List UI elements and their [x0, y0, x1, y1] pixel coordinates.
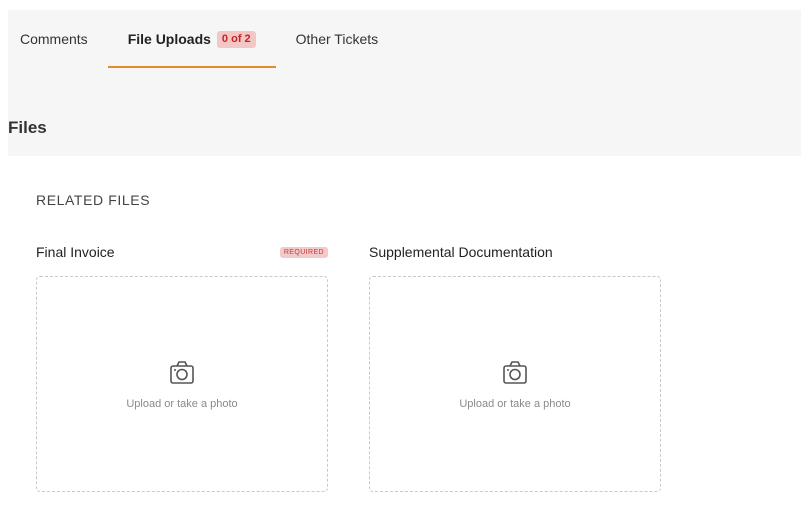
upload-dropzone-supplemental-documentation[interactable]: Upload or take a photo [369, 276, 661, 492]
related-files-heading: RELATED FILES [36, 192, 151, 208]
tab-file-uploads-label: File Uploads [127, 31, 211, 47]
tab-comments[interactable]: Comments [20, 10, 108, 68]
tab-header-area: Comments File Uploads 0 of 2 Other Ticke… [8, 10, 801, 156]
tab-comments-label: Comments [20, 31, 88, 47]
camera-icon [170, 361, 194, 384]
required-badge: REQUIRED [279, 246, 328, 258]
section-title: Files [8, 118, 47, 137]
upload-label: Supplemental Documentation [369, 244, 553, 260]
upload-label-row: Final Invoice REQUIRED [36, 240, 328, 264]
upload-prompt: Upload or take a photo [459, 398, 571, 410]
upload-prompt: Upload or take a photo [126, 398, 238, 410]
upload-dropzone-final-invoice[interactable]: Upload or take a photo [36, 276, 328, 492]
tab-bar: Comments File Uploads 0 of 2 Other Ticke… [20, 10, 398, 68]
upload-label: Final Invoice [36, 244, 115, 260]
tab-file-uploads[interactable]: File Uploads 0 of 2 [107, 10, 276, 68]
upload-final-invoice: Final Invoice REQUIRED Upload or take a … [36, 240, 328, 492]
tab-other-tickets-label: Other Tickets [295, 31, 379, 47]
upload-supplemental-documentation: Supplemental Documentation Upload or tak… [369, 240, 661, 492]
upload-label-row: Supplemental Documentation [369, 240, 661, 264]
file-count-badge: 0 of 2 [216, 30, 256, 48]
tab-other-tickets[interactable]: Other Tickets [276, 10, 398, 68]
camera-icon [503, 361, 527, 384]
